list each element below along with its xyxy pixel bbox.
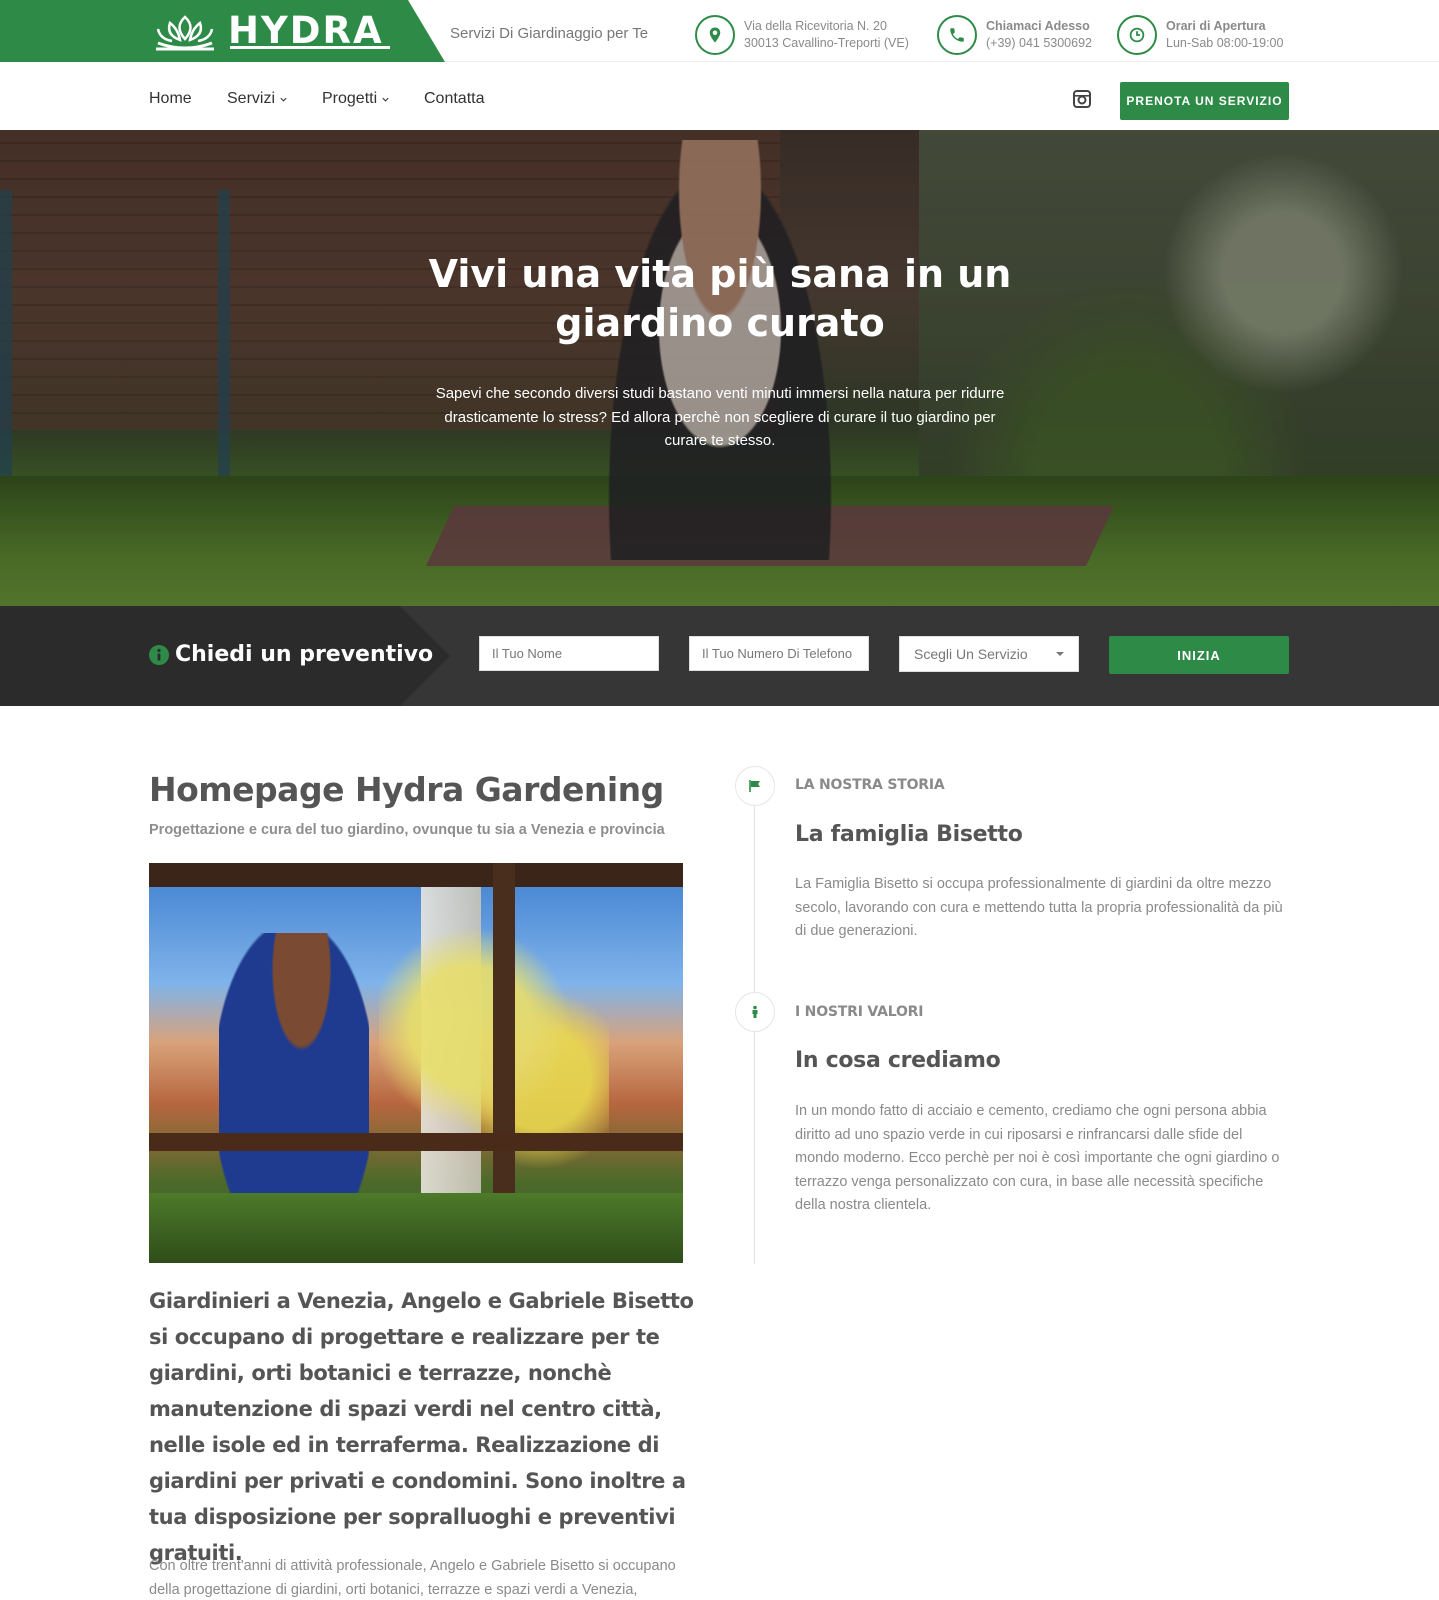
body-paragraph: Con oltre trent'anni di attività profess… (149, 1558, 676, 1598)
logo-underline (230, 46, 390, 49)
phone-info[interactable]: Chiamaci Adesso (+39) 041 5300692 (937, 15, 1092, 55)
name-input[interactable] (479, 636, 659, 671)
photo-woman (219, 933, 369, 1193)
nav-item-label: Home (149, 90, 192, 107)
address-info: Via della Ricevitoria N. 20 30013 Cavall… (695, 15, 909, 55)
chevron-down-icon (382, 97, 389, 102)
phone-number[interactable]: (+39) 041 5300692 (986, 35, 1092, 52)
phone-input[interactable] (689, 636, 869, 671)
timeline-kicker: LA NOSTRA STORIA (795, 777, 945, 793)
lead-paragraph: Giardinieri a Venezia, Angelo e Gabriele… (149, 1289, 694, 1565)
lotus-logo-icon (156, 15, 214, 51)
venice-terrace-photo (149, 863, 683, 1263)
clock-icon (1117, 15, 1157, 55)
hero-overlay (0, 130, 1439, 606)
page-title: Homepage Hydra Gardening (149, 770, 664, 809)
caret-down-icon (1056, 652, 1064, 656)
timeline-kicker: I NOSTRI VALORI (795, 1004, 924, 1020)
info-icon (149, 644, 169, 665)
person-icon (752, 1005, 758, 1018)
timeline-marker (735, 766, 775, 806)
nav-item-label: Contatta (424, 90, 485, 107)
quote-title: Chiedi un preventivo (149, 642, 433, 667)
chevron-down-icon (280, 97, 287, 102)
nav-item-label: Progetti (322, 90, 378, 107)
phone-label: Chiamaci Adesso (986, 19, 1090, 33)
flag-icon (749, 780, 760, 792)
instagram-icon[interactable] (1072, 89, 1092, 109)
tagline: Servizi Di Giardinaggio per Te (450, 25, 649, 42)
nav-item-progetti[interactable]: Progetti (322, 90, 390, 108)
start-button[interactable]: INIZIA (1109, 636, 1289, 674)
address-line-2: 30013 Cavallino-Treporti (VE) (744, 36, 909, 50)
quote-bar: Chiedi un preventivo Scegli Un Servizio … (0, 606, 1439, 706)
hero-banner: Vivi una vita più sana in un giardino cu… (0, 130, 1439, 606)
page-subtitle: Progettazione e cura del tuo giardino, o… (149, 822, 665, 838)
hours-label: Orari di Apertura (1166, 19, 1266, 33)
hero-subtitle: Sapevi che secondo diversi studi bastano… (435, 385, 1005, 449)
timeline-text: La Famiglia Bisetto si occupa profession… (795, 876, 1283, 939)
nav-item-label: Servizi (227, 90, 276, 107)
timeline-marker (735, 992, 775, 1032)
service-select-value: Scegli Un Servizio (914, 646, 1028, 662)
nav-item-contatta[interactable]: Contatta (424, 90, 484, 108)
timeline-heading: La famiglia Bisetto (795, 822, 1023, 847)
photo-plants (149, 1193, 683, 1263)
phone-icon (937, 15, 977, 55)
photo-railing (149, 1133, 683, 1151)
main-nav: Home Servizi Progetti Contatta PRENOTA U… (0, 62, 1439, 130)
service-select[interactable]: Scegli Un Servizio (899, 636, 1079, 672)
timeline-heading: In cosa crediamo (795, 1048, 1001, 1073)
nav-item-servizi[interactable]: Servizi (227, 90, 288, 108)
nav-item-home[interactable]: Home (149, 90, 192, 108)
hours-info: Orari di Apertura Lun-Sab 08:00-19:00 (1117, 15, 1283, 55)
address-line-1: Via della Ricevitoria N. 20 (744, 19, 887, 33)
book-service-button[interactable]: PRENOTA UN SERVIZIO (1120, 82, 1289, 120)
timeline-text: In un mondo fatto di acciaio e cemento, … (795, 1103, 1280, 1213)
map-pin-icon (695, 15, 735, 55)
hero-title: Vivi una vita più sana in un giardino cu… (428, 252, 1012, 345)
quote-title-text: Chiedi un preventivo (175, 642, 434, 667)
top-bar: HYDRA Servizi Di Giardinaggio per Te Via… (0, 0, 1439, 62)
hours-value: Lun-Sab 08:00-19:00 (1166, 36, 1284, 50)
photo-pergola (149, 863, 683, 887)
